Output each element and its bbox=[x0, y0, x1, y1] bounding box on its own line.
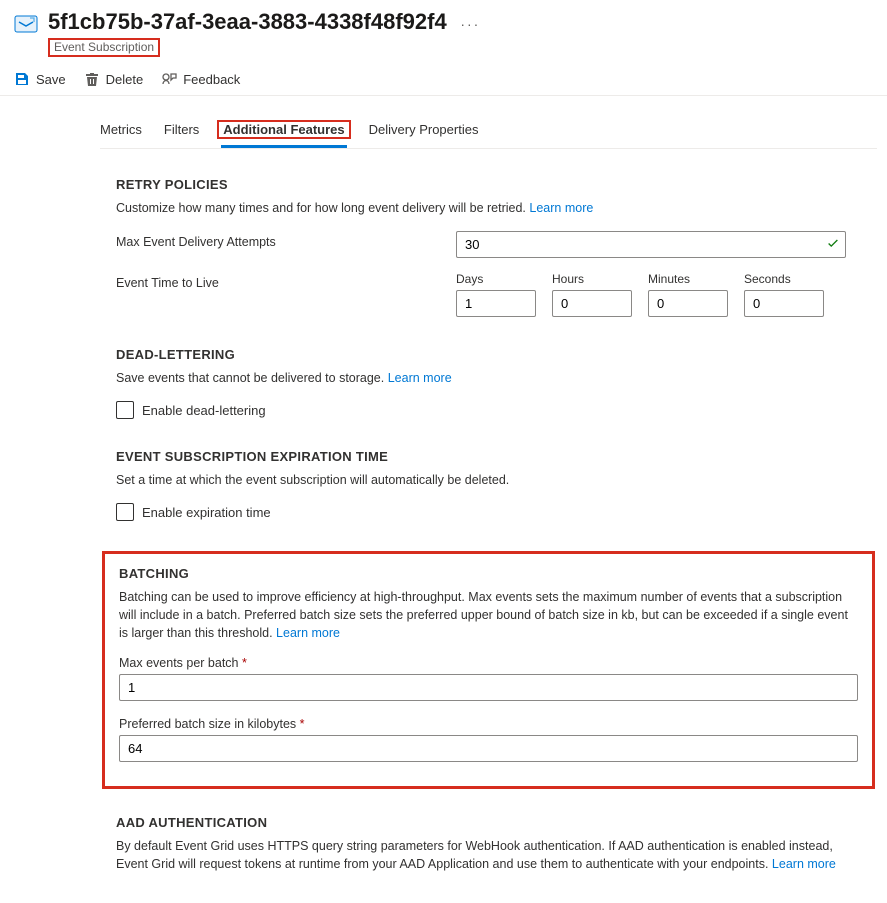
pref-size-label: Preferred batch size in kilobytes bbox=[119, 717, 296, 731]
max-events-label: Max events per batch bbox=[119, 656, 239, 670]
expiry-desc: Set a time at which the event subscripti… bbox=[116, 471, 867, 489]
check-icon bbox=[826, 236, 840, 253]
feedback-label: Feedback bbox=[183, 72, 240, 87]
dead-checkbox-label: Enable dead-lettering bbox=[142, 403, 266, 418]
aad-title: AAD AUTHENTICATION bbox=[116, 815, 867, 830]
expiry-checkbox-label: Enable expiration time bbox=[142, 505, 271, 520]
save-button[interactable]: Save bbox=[14, 71, 66, 87]
delete-icon bbox=[84, 71, 100, 87]
delete-label: Delete bbox=[106, 72, 144, 87]
batching-learn-more-link[interactable]: Learn more bbox=[276, 626, 340, 640]
tab-bar: Metrics Filters Additional Features Deli… bbox=[100, 116, 877, 149]
tab-delivery-properties[interactable]: Delivery Properties bbox=[369, 116, 479, 148]
max-events-input[interactable] bbox=[119, 674, 858, 701]
retry-desc: Customize how many times and for how lon… bbox=[116, 201, 526, 215]
command-bar: Save Delete Feedback bbox=[0, 61, 887, 96]
minutes-input[interactable] bbox=[648, 290, 728, 317]
required-marker: * bbox=[242, 656, 247, 670]
resource-type-badge: Event Subscription bbox=[48, 38, 160, 57]
retry-learn-more-link[interactable]: Learn more bbox=[529, 201, 593, 215]
event-subscription-icon bbox=[14, 12, 38, 36]
required-marker: * bbox=[300, 717, 305, 731]
pref-size-input[interactable] bbox=[119, 735, 858, 762]
seconds-label: Seconds bbox=[744, 272, 824, 286]
days-label: Days bbox=[456, 272, 536, 286]
dead-learn-more-link[interactable]: Learn more bbox=[388, 371, 452, 385]
max-attempts-label: Max Event Delivery Attempts bbox=[116, 231, 456, 249]
batching-title: BATCHING bbox=[119, 566, 858, 581]
seconds-input[interactable] bbox=[744, 290, 824, 317]
enable-expiration-checkbox[interactable]: Enable expiration time bbox=[116, 503, 867, 521]
aad-section: AAD AUTHENTICATION By default Event Grid… bbox=[116, 815, 867, 873]
enable-dead-lettering-checkbox[interactable]: Enable dead-lettering bbox=[116, 401, 867, 419]
save-label: Save bbox=[36, 72, 66, 87]
save-icon bbox=[14, 71, 30, 87]
feedback-icon bbox=[161, 71, 177, 87]
checkbox-icon bbox=[116, 503, 134, 521]
tab-filters[interactable]: Filters bbox=[164, 116, 199, 148]
dead-lettering-section: DEAD-LETTERING Save events that cannot b… bbox=[116, 347, 867, 419]
aad-learn-more-link[interactable]: Learn more bbox=[772, 857, 836, 871]
more-actions-button[interactable]: ··· bbox=[460, 16, 480, 32]
days-input[interactable] bbox=[456, 290, 536, 317]
retry-title: RETRY POLICIES bbox=[116, 177, 867, 192]
page-title: 5f1cb75b-37af-3eaa-3883-4338f48f92f4 bbox=[48, 9, 447, 34]
checkbox-icon bbox=[116, 401, 134, 419]
retry-policies-section: RETRY POLICIES Customize how many times … bbox=[116, 177, 867, 317]
feedback-button[interactable]: Feedback bbox=[161, 71, 240, 87]
max-attempts-input[interactable] bbox=[456, 231, 846, 258]
dead-title: DEAD-LETTERING bbox=[116, 347, 867, 362]
tab-metrics[interactable]: Metrics bbox=[100, 116, 142, 148]
aad-desc: By default Event Grid uses HTTPS query s… bbox=[116, 839, 833, 871]
delete-button[interactable]: Delete bbox=[84, 71, 144, 87]
hours-label: Hours bbox=[552, 272, 632, 286]
expiration-section: EVENT SUBSCRIPTION EXPIRATION TIME Set a… bbox=[116, 449, 867, 521]
tab-additional-features[interactable]: Additional Features bbox=[221, 116, 346, 148]
minutes-label: Minutes bbox=[648, 272, 728, 286]
batching-desc: Batching can be used to improve efficien… bbox=[119, 590, 848, 640]
hours-input[interactable] bbox=[552, 290, 632, 317]
ttl-label: Event Time to Live bbox=[116, 272, 456, 290]
batching-section: BATCHING Batching can be used to improve… bbox=[102, 551, 875, 789]
expiry-title: EVENT SUBSCRIPTION EXPIRATION TIME bbox=[116, 449, 867, 464]
dead-desc: Save events that cannot be delivered to … bbox=[116, 371, 384, 385]
